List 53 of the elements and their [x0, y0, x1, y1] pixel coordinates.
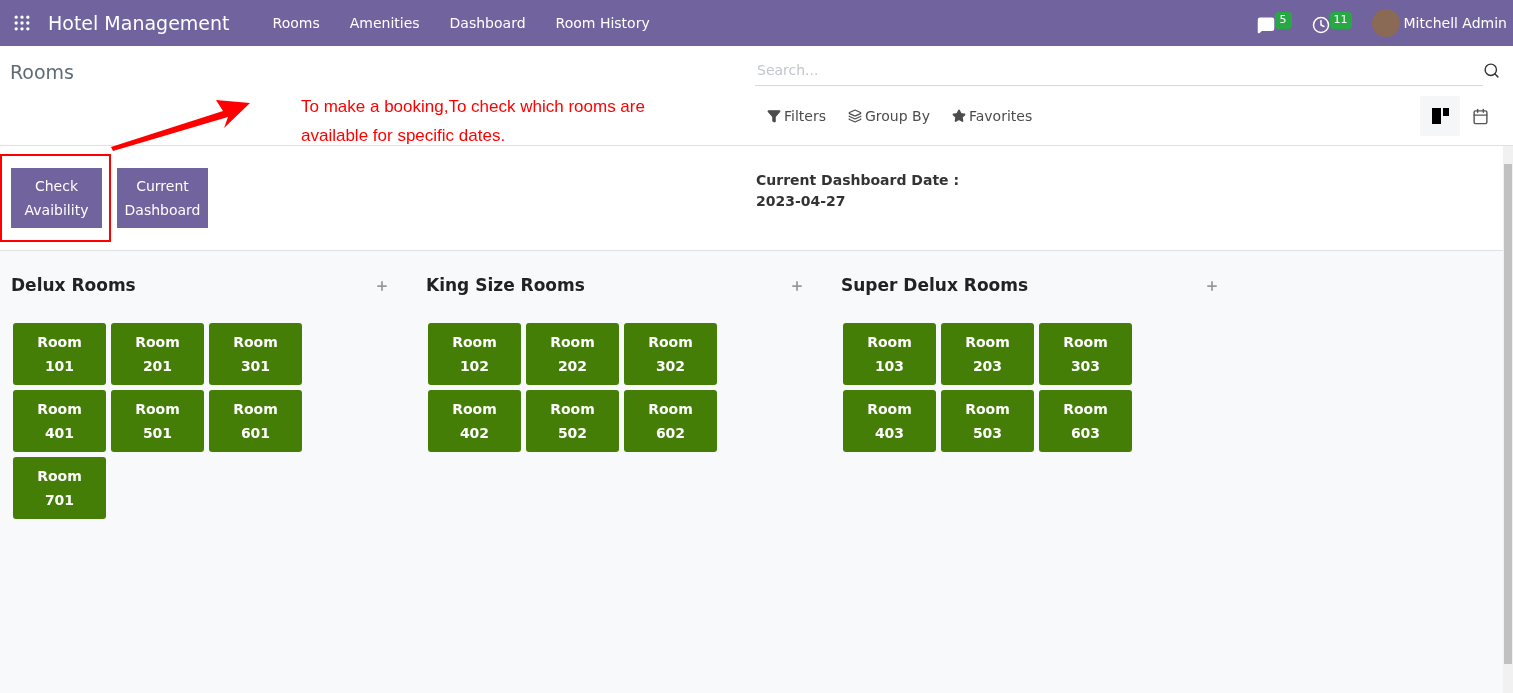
room-card[interactable]: Room 403 [843, 389, 936, 452]
search-field[interactable]: Search... [755, 54, 1483, 86]
room-card[interactable]: Room 501 [111, 389, 204, 452]
group-title: Super Delux Rooms [841, 274, 1029, 297]
room-card[interactable]: Room 603 [1039, 389, 1132, 452]
kanban-view-button[interactable] [1420, 96, 1460, 136]
filter-menu-button[interactable]: Filters [767, 105, 826, 127]
action-button[interactable]: Check Avaibility [11, 168, 102, 228]
group-title: Delux Rooms [11, 274, 136, 297]
message-count: 5 [1274, 12, 1292, 29]
menu-item[interactable]: Amenities [334, 0, 435, 46]
menu-item[interactable]: Rooms [257, 0, 335, 46]
menu-item[interactable]: Dashboard [434, 0, 541, 46]
apps-menu-icon[interactable] [12, 13, 32, 33]
group-title: King Size Rooms [426, 274, 585, 297]
app-title: Hotel Management [48, 10, 230, 36]
date-label: Current Dashboard Date : [756, 171, 960, 190]
add-icon[interactable] [790, 278, 804, 293]
room-card[interactable]: Room 202 [526, 322, 619, 385]
room-card[interactable]: Room 303 [1039, 322, 1132, 385]
add-icon[interactable] [375, 278, 389, 293]
action-button[interactable]: Current Dashboard [117, 168, 208, 228]
room-card[interactable]: Room 701 [13, 456, 106, 519]
room-card[interactable]: Room 101 [13, 322, 106, 385]
breadcrumb: Rooms [10, 61, 74, 83]
calendar-icon [1471, 107, 1489, 125]
room-card[interactable]: Room 601 [209, 389, 302, 452]
layers-icon [847, 109, 862, 123]
clock-icon[interactable] [1311, 16, 1330, 34]
search-icon[interactable] [1483, 61, 1500, 79]
room-card[interactable]: Room 302 [624, 322, 717, 385]
room-card[interactable]: Room 203 [941, 322, 1034, 385]
chat-icon[interactable] [1256, 16, 1275, 34]
room-card[interactable]: Room 503 [941, 389, 1034, 452]
date-value: 2023-04-27 [756, 192, 847, 211]
room-card[interactable]: Room 401 [13, 389, 106, 452]
user-name[interactable]: Mitchell Admin [1403, 12, 1507, 34]
activity-count: 11 [1329, 12, 1352, 29]
room-card[interactable]: Room 602 [624, 389, 717, 452]
annotation-text: To make a booking,To check which rooms are available for specific dates. [301, 96, 646, 147]
filter-menu-button[interactable]: Favorites [951, 105, 1033, 127]
star-icon [951, 109, 966, 123]
room-card[interactable]: Room 402 [428, 389, 521, 452]
room-card[interactable]: Room 103 [843, 322, 936, 385]
menu-item[interactable]: Room History [540, 0, 665, 46]
kanban-icon [1431, 108, 1449, 124]
room-card[interactable]: Room 201 [111, 322, 204, 385]
room-card[interactable]: Room 102 [428, 322, 521, 385]
filter-icon [767, 109, 781, 123]
room-card[interactable]: Room 502 [526, 389, 619, 452]
add-icon[interactable] [1205, 278, 1219, 293]
filter-menu-button[interactable]: Group By [847, 105, 930, 127]
room-card[interactable]: Room 301 [209, 322, 302, 385]
